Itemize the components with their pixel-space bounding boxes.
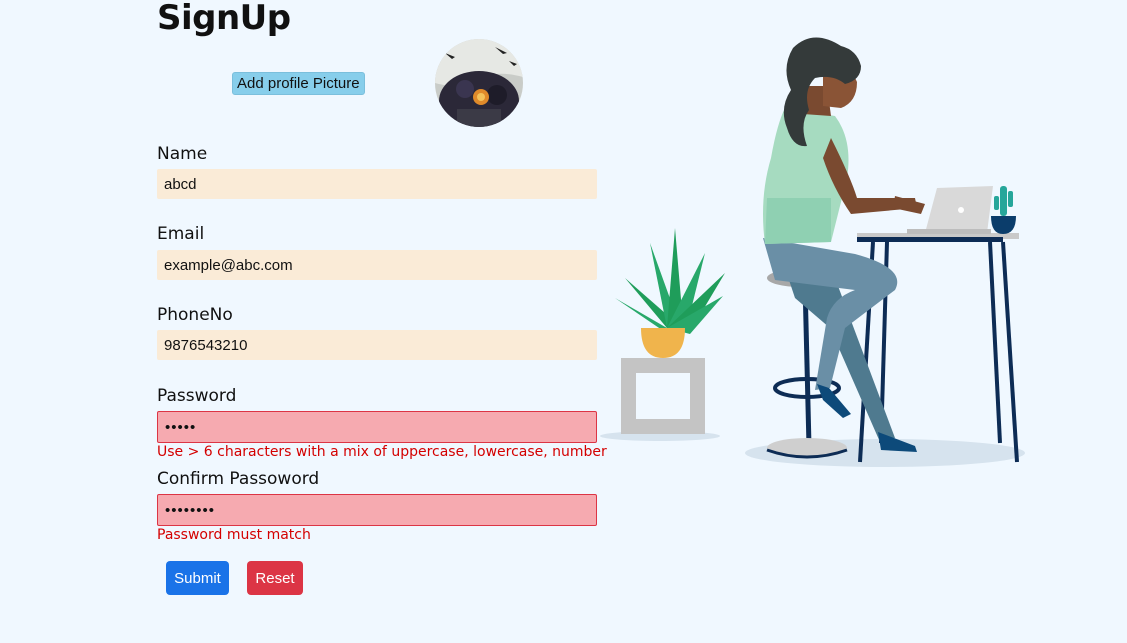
plant-stand — [621, 358, 705, 434]
password-error: Use > 6 characters with a mix of upperca… — [157, 444, 607, 460]
name-input[interactable] — [157, 169, 597, 199]
phone-label: PhoneNo — [157, 305, 233, 325]
email-input[interactable] — [157, 250, 597, 280]
password-input[interactable] — [157, 411, 597, 443]
confirm-password-error: Password must match — [157, 527, 311, 543]
confirm-password-label: Confirm Passoword — [157, 469, 320, 489]
profile-avatar[interactable] — [435, 39, 523, 127]
avatar-image — [435, 39, 523, 127]
person-illustration — [763, 37, 925, 452]
signup-illustration — [600, 37, 1025, 467]
password-label: Password — [157, 386, 237, 406]
reset-button[interactable]: Reset — [247, 561, 303, 595]
page-title: SignUp — [157, 0, 291, 38]
add-profile-picture-button[interactable]: Add profile Picture — [232, 72, 365, 95]
confirm-password-input[interactable] — [157, 494, 597, 526]
phone-input[interactable] — [157, 330, 597, 360]
plant-icon — [615, 228, 725, 358]
submit-button[interactable]: Submit — [166, 561, 229, 595]
email-label: Email — [157, 224, 205, 244]
name-label: Name — [157, 144, 208, 164]
cactus-icon — [991, 186, 1016, 234]
